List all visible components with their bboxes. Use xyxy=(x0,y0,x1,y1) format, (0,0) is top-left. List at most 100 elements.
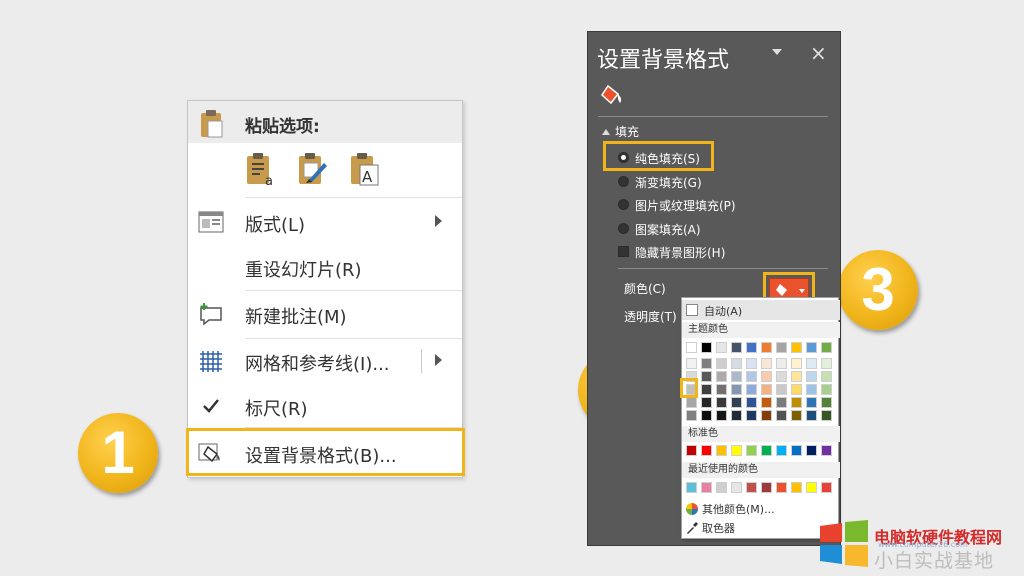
theme-color-swatch[interactable] xyxy=(731,342,742,353)
recent-color-swatch[interactable] xyxy=(761,482,772,493)
eyedropper-option[interactable]: 取色器 xyxy=(686,520,735,536)
recent-color-swatch[interactable] xyxy=(746,482,757,493)
theme-shade-swatch[interactable] xyxy=(806,371,817,382)
paste-keep-text-button[interactable]: a xyxy=(244,151,278,189)
standard-color-swatch[interactable] xyxy=(731,445,742,456)
theme-shade-swatch[interactable] xyxy=(716,371,727,382)
more-colors-option[interactable]: 其他颜色(M)... xyxy=(686,501,775,517)
fill-bucket-icon[interactable] xyxy=(600,84,624,106)
theme-shade-swatch[interactable] xyxy=(776,371,787,382)
theme-shade-swatch[interactable] xyxy=(761,358,772,369)
theme-shade-swatch[interactable] xyxy=(731,410,742,421)
recent-color-swatch[interactable] xyxy=(791,482,802,493)
theme-shade-swatch[interactable] xyxy=(731,397,742,408)
recent-color-swatch[interactable] xyxy=(806,482,817,493)
menu-item-new-comment[interactable]: 新建批注(M) xyxy=(188,295,462,333)
theme-shade-swatch[interactable] xyxy=(821,397,832,408)
theme-shade-swatch[interactable] xyxy=(746,397,757,408)
theme-shade-swatch[interactable] xyxy=(701,384,712,395)
recent-color-swatch[interactable] xyxy=(686,482,697,493)
theme-shade-swatch[interactable] xyxy=(746,410,757,421)
fill-section-header[interactable]: 填充 xyxy=(602,123,639,140)
recent-color-swatch[interactable] xyxy=(821,482,832,493)
theme-shade-swatch[interactable] xyxy=(806,410,817,421)
theme-shade-swatch[interactable] xyxy=(761,371,772,382)
eyedropper-icon xyxy=(686,522,698,534)
theme-shade-swatch[interactable] xyxy=(791,384,802,395)
theme-shade-swatch[interactable] xyxy=(686,358,697,369)
theme-shade-swatch[interactable] xyxy=(821,371,832,382)
theme-color-swatch[interactable] xyxy=(716,342,727,353)
menu-item-reset-slide[interactable]: 重设幻灯片(R) xyxy=(188,248,462,286)
theme-shade-swatch[interactable] xyxy=(776,397,787,408)
theme-shade-swatch[interactable] xyxy=(731,358,742,369)
paste-keep-source-button[interactable]: A xyxy=(348,151,382,187)
close-icon[interactable]: × xyxy=(810,41,827,65)
theme-shade-swatch[interactable] xyxy=(821,358,832,369)
theme-shade-swatch[interactable] xyxy=(731,384,742,395)
standard-color-swatch[interactable] xyxy=(716,445,727,456)
menu-item-layout[interactable]: 版式(L) xyxy=(188,203,462,241)
theme-shade-swatch[interactable] xyxy=(746,371,757,382)
theme-shade-swatch[interactable] xyxy=(806,384,817,395)
theme-shade-swatch[interactable] xyxy=(716,384,727,395)
highlight-format-background xyxy=(186,428,465,476)
standard-color-swatch[interactable] xyxy=(791,445,802,456)
theme-color-swatch[interactable] xyxy=(776,342,787,353)
standard-color-swatch[interactable] xyxy=(776,445,787,456)
theme-shade-swatch[interactable] xyxy=(701,410,712,421)
recent-color-swatch[interactable] xyxy=(731,482,742,493)
standard-color-swatch[interactable] xyxy=(686,445,697,456)
pane-options-chevron-icon[interactable] xyxy=(772,49,782,55)
theme-color-swatch[interactable] xyxy=(821,342,832,353)
automatic-swatch xyxy=(686,304,698,316)
theme-shade-swatch[interactable] xyxy=(791,397,802,408)
theme-shade-swatch[interactable] xyxy=(746,358,757,369)
theme-shade-swatch[interactable] xyxy=(761,384,772,395)
theme-shade-swatch[interactable] xyxy=(791,371,802,382)
theme-color-swatch[interactable] xyxy=(746,342,757,353)
theme-color-swatch[interactable] xyxy=(686,342,697,353)
menu-item-grid-guides[interactable]: 网格和参考线(I)... xyxy=(188,342,462,380)
theme-shade-swatch[interactable] xyxy=(776,384,787,395)
standard-color-swatch[interactable] xyxy=(746,445,757,456)
theme-shade-swatch[interactable] xyxy=(716,410,727,421)
standard-color-swatch[interactable] xyxy=(701,445,712,456)
theme-shade-swatch[interactable] xyxy=(791,358,802,369)
theme-color-swatch[interactable] xyxy=(791,342,802,353)
menu-item-label: 新建批注(M) xyxy=(245,307,347,328)
theme-shade-swatch[interactable] xyxy=(791,410,802,421)
radio-button xyxy=(618,199,629,210)
theme-shade-swatch[interactable] xyxy=(701,358,712,369)
recent-color-swatch[interactable] xyxy=(716,482,727,493)
theme-shade-swatch[interactable] xyxy=(761,410,772,421)
theme-shade-swatch[interactable] xyxy=(731,371,742,382)
grid-icon xyxy=(198,349,224,373)
standard-color-swatch[interactable] xyxy=(761,445,772,456)
theme-shade-swatch[interactable] xyxy=(761,397,772,408)
theme-shade-swatch[interactable] xyxy=(701,371,712,382)
theme-color-swatch[interactable] xyxy=(806,342,817,353)
theme-color-swatch[interactable] xyxy=(701,342,712,353)
recent-color-swatch[interactable] xyxy=(776,482,787,493)
theme-shade-swatch[interactable] xyxy=(776,358,787,369)
theme-shade-swatch[interactable] xyxy=(716,397,727,408)
standard-color-swatch[interactable] xyxy=(806,445,817,456)
theme-shade-swatch[interactable] xyxy=(806,358,817,369)
theme-shade-swatch[interactable] xyxy=(716,358,727,369)
option-label: 图案填充(A) xyxy=(635,223,701,237)
automatic-color-option[interactable]: 自动(A) xyxy=(682,300,840,320)
theme-color-swatch[interactable] xyxy=(761,342,772,353)
paste-picture-button[interactable] xyxy=(296,151,330,187)
theme-shade-swatch[interactable] xyxy=(821,384,832,395)
recent-color-swatch[interactable] xyxy=(701,482,712,493)
standard-color-swatch[interactable] xyxy=(821,445,832,456)
theme-shade-swatch[interactable] xyxy=(806,397,817,408)
theme-shade-swatch[interactable] xyxy=(701,397,712,408)
theme-shade-swatch[interactable] xyxy=(776,410,787,421)
theme-shade-swatch[interactable] xyxy=(746,384,757,395)
theme-shade-swatch[interactable] xyxy=(821,410,832,421)
menu-item-ruler[interactable]: 标尺(R) xyxy=(188,387,462,425)
theme-shade-swatch[interactable] xyxy=(686,410,697,421)
theme-shade-swatch[interactable] xyxy=(686,397,697,408)
